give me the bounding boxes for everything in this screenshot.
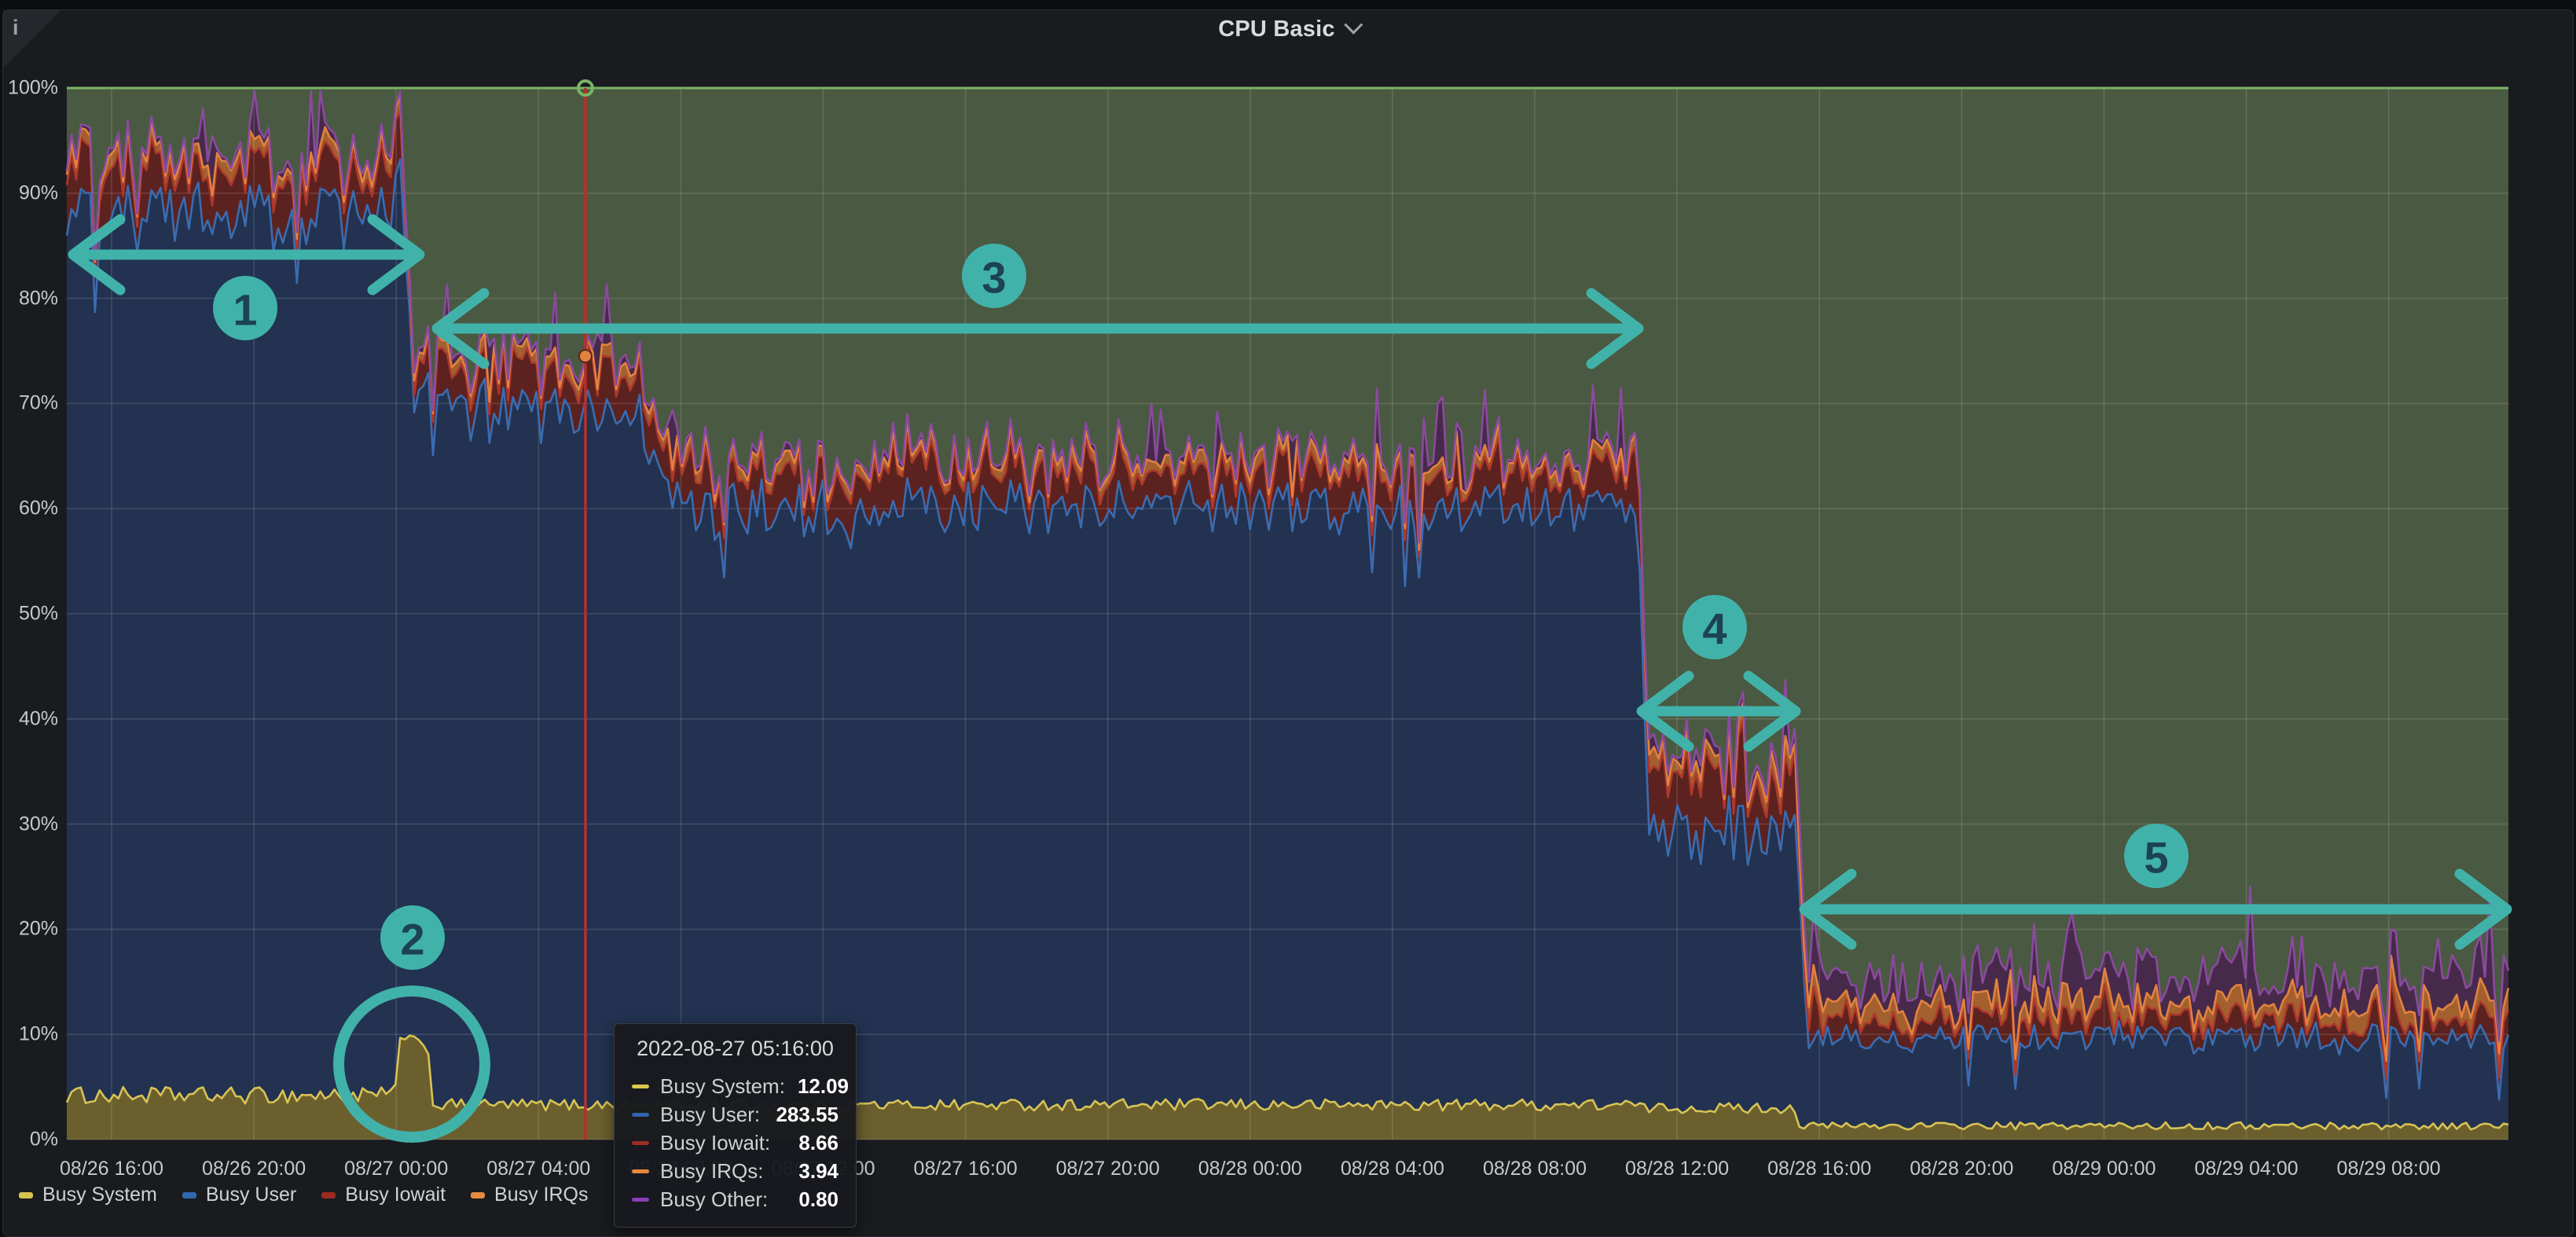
legend-swatch	[471, 1192, 485, 1198]
legend-swatch	[19, 1192, 33, 1198]
x-tick-label: 08/28 16:00	[1767, 1157, 1871, 1180]
legend-label: Busy IRQs	[494, 1184, 588, 1206]
x-tick-label: 08/28 12:00	[1625, 1157, 1729, 1180]
x-tick-label: 08/26 20:00	[202, 1157, 306, 1180]
panel-header: CPU Basic	[0, 9, 2576, 49]
legend-swatch	[182, 1192, 196, 1198]
cpu-usage-chart[interactable]: 1 2 3 4 5	[0, 0, 2576, 1212]
tooltip-series-value: 0.80	[798, 1187, 838, 1212]
tooltip-row: Busy IRQs: 3.94	[632, 1157, 838, 1185]
series-color-dash	[632, 1085, 649, 1088]
legend-item-busy-system[interactable]: Busy System	[19, 1184, 157, 1206]
x-tick-label: 08/29 00:00	[2052, 1157, 2156, 1180]
tooltip-series-label: Busy System:	[660, 1074, 785, 1099]
y-tick-label: 50%	[2, 603, 58, 626]
tooltip-series-value: 283.55	[776, 1103, 838, 1127]
annotation-number: 4	[1702, 604, 1727, 654]
x-tick-label: 08/28 04:00	[1341, 1157, 1444, 1180]
legend-label: Busy User	[206, 1184, 296, 1206]
panel-title[interactable]: CPU Basic	[1218, 17, 1334, 42]
legend-item-busy-irqs[interactable]: Busy IRQs	[471, 1184, 588, 1206]
y-tick-label: 70%	[2, 392, 58, 415]
x-tick-label: 08/28 08:00	[1483, 1157, 1587, 1180]
tooltip-timestamp: 2022-08-27 05:16:00	[632, 1037, 838, 1061]
legend-item-busy-user[interactable]: Busy User	[182, 1184, 296, 1206]
series-color-dash	[632, 1198, 649, 1202]
grafana-cpu-panel-screenshot: { "panel": { "title": "CPU Basic", "info…	[0, 0, 2576, 1212]
x-tick-label: 08/27 00:00	[344, 1157, 448, 1180]
x-tick-label: 08/29 08:00	[2337, 1157, 2441, 1180]
annotation-number: 5	[2144, 833, 2168, 883]
x-tick-label: 08/28 20:00	[1910, 1157, 2013, 1180]
y-tick-label: 20%	[2, 918, 58, 941]
x-tick-label: 08/27 16:00	[914, 1157, 1018, 1180]
y-tick-label: 0%	[2, 1129, 58, 1151]
y-tick-label: 80%	[2, 287, 58, 310]
annotation-number: 2	[400, 915, 424, 964]
y-tick-label: 30%	[2, 813, 58, 835]
tooltip-series-value: 8.66	[798, 1131, 838, 1155]
x-tick-label: 08/27 04:00	[486, 1157, 590, 1180]
series-color-dash	[632, 1113, 649, 1117]
tooltip-series-label: Busy IRQs:	[660, 1159, 786, 1184]
chevron-down-icon[interactable]	[1344, 15, 1363, 34]
x-tick-label: 08/28 00:00	[1198, 1157, 1302, 1180]
series-color-dash	[632, 1141, 649, 1145]
tooltip-row: Busy Other: 0.80	[632, 1185, 838, 1213]
legend-swatch	[321, 1192, 336, 1198]
series-color-dash	[632, 1169, 649, 1173]
annotation-number: 1	[233, 285, 257, 335]
tooltip-series-label: Busy Other:	[660, 1187, 786, 1212]
tooltip-series-label: Busy Iowait:	[660, 1131, 786, 1155]
y-tick-label: 100%	[2, 77, 58, 100]
x-tick-label: 08/26 16:00	[60, 1157, 163, 1180]
hover-tooltip: 2022-08-27 05:16:00 Busy System:12.09Bus…	[614, 1023, 857, 1228]
y-tick-label: 40%	[2, 707, 58, 730]
tooltip-row: Busy Iowait: 8.66	[632, 1129, 838, 1157]
tooltip-series-label: Busy User:	[660, 1103, 763, 1127]
legend-label: Busy Iowait	[345, 1184, 446, 1206]
tooltip-row: Busy User: 283.55	[632, 1100, 838, 1129]
y-tick-label: 60%	[2, 497, 58, 520]
tooltip-series-value: 3.94	[798, 1159, 838, 1184]
x-tick-label: 08/27 20:00	[1056, 1157, 1160, 1180]
cursor-point-crest	[579, 350, 592, 362]
legend-item-busy-iowait[interactable]: Busy Iowait	[321, 1184, 446, 1206]
tooltip-row: Busy System:12.09	[632, 1072, 838, 1100]
annotation-number: 3	[982, 253, 1006, 303]
legend-label: Busy System	[42, 1184, 157, 1206]
info-icon[interactable]: i	[13, 16, 19, 40]
y-tick-label: 10%	[2, 1023, 58, 1046]
x-tick-label: 08/29 04:00	[2194, 1157, 2298, 1180]
legend: Busy System Busy User Busy Iowait Busy IRQs	[19, 1184, 589, 1206]
tooltip-series-value: 12.09	[798, 1074, 849, 1099]
y-tick-label: 90%	[2, 182, 58, 204]
